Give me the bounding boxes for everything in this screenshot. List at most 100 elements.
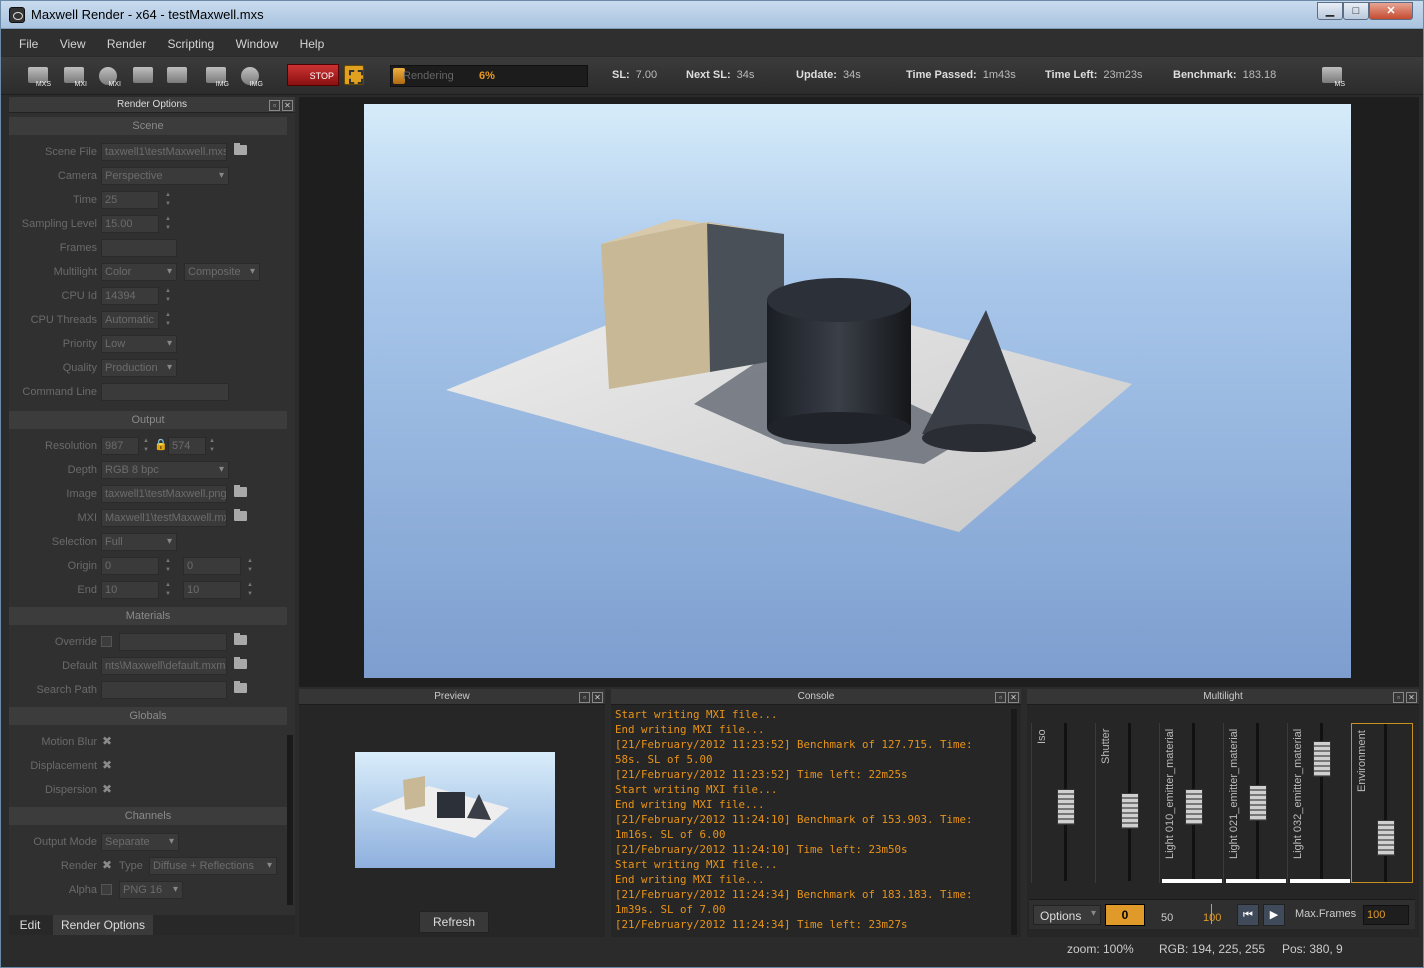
fader-knob[interactable] [1185, 789, 1203, 825]
region-render-button[interactable] [344, 65, 364, 85]
origin-x-field[interactable]: 0 [101, 557, 159, 575]
menu-file[interactable]: File [19, 30, 38, 51]
options-dropdown[interactable]: Options [1033, 905, 1101, 925]
menu-render[interactable]: Render [107, 30, 146, 51]
play-icon[interactable]: ▶ [1263, 904, 1285, 926]
fader-track[interactable] [1384, 724, 1387, 882]
spinner-arrows-icon[interactable]: ▲ ▼ [141, 437, 151, 455]
close-panel-icon[interactable]: ✕ [1008, 692, 1019, 703]
render-image[interactable] [364, 104, 1351, 678]
composite-dropdown[interactable]: Composite [184, 263, 260, 281]
section-materials[interactable]: Materials [9, 607, 287, 625]
menu-help[interactable]: Help [300, 30, 325, 51]
preview-thumbnail[interactable] [355, 752, 555, 868]
override-checkbox[interactable] [101, 636, 112, 647]
scene-file-field[interactable]: taxwell1\testMaxwell.mxs [101, 143, 227, 161]
fader-knob[interactable] [1057, 789, 1075, 825]
spinner-arrows-icon[interactable]: ▲ ▼ [245, 557, 255, 575]
section-globals[interactable]: Globals [9, 707, 287, 725]
save-img-button[interactable]: IMG [237, 65, 263, 89]
folder-icon[interactable] [234, 143, 247, 155]
timeline-marker[interactable] [1211, 904, 1212, 924]
close-panel-icon[interactable]: ✕ [1406, 692, 1417, 703]
override-field[interactable] [119, 633, 227, 651]
folder-icon[interactable] [234, 657, 247, 669]
section-scene[interactable]: Scene [9, 117, 287, 135]
fader-knob[interactable] [1377, 820, 1395, 856]
timeline-slider[interactable]: 50 100 [1151, 904, 1231, 926]
open-mxs-button[interactable]: MXS [25, 65, 51, 89]
command-line-field[interactable] [101, 383, 229, 401]
fader-knob[interactable] [1249, 785, 1267, 821]
origin-y-field[interactable]: 0 [183, 557, 241, 575]
left-panel-scrollbar[interactable] [287, 735, 293, 905]
close-panel-icon[interactable]: ✕ [592, 692, 603, 703]
title-bar[interactable]: Maxwell Render - x64 - testMaxwell.mxs ▁… [1, 1, 1423, 29]
time-field[interactable]: 25 [101, 191, 159, 209]
priority-dropdown[interactable]: Low [101, 335, 177, 353]
float-panel-icon[interactable]: ▫ [579, 692, 590, 703]
maximize-button[interactable]: □ [1343, 2, 1369, 20]
spinner-arrows-icon[interactable]: ▲ ▼ [245, 581, 255, 599]
render-viewport[interactable] [299, 97, 1419, 687]
close-button[interactable]: ✕ [1369, 2, 1413, 20]
float-panel-icon[interactable]: ▫ [995, 692, 1006, 703]
resolution-width-field[interactable]: 987 [101, 437, 139, 455]
output-mode-dropdown[interactable]: Separate [101, 833, 179, 851]
selection-dropdown[interactable]: Full [101, 533, 177, 551]
skip-to-start-icon[interactable]: ⏮ [1237, 904, 1259, 926]
console-scrollbar[interactable] [1011, 709, 1017, 935]
depth-dropdown[interactable]: RGB 8 bpc [101, 461, 229, 479]
camera-dropdown[interactable]: Perspective [101, 167, 229, 185]
folder-icon[interactable] [234, 633, 247, 645]
refresh-render-button[interactable] [164, 65, 190, 89]
mxi-path-field[interactable]: Maxwell1\testMaxwell.mxi [101, 509, 227, 527]
cpu-threads-field[interactable]: Automatic [101, 311, 159, 329]
cpu-id-field[interactable]: 14394 [101, 287, 159, 305]
menu-scripting[interactable]: Scripting [168, 30, 215, 51]
dispersion-checkbox[interactable]: ✖ [102, 782, 112, 796]
open-img-button[interactable]: IMG [203, 65, 229, 89]
spinner-arrows-icon[interactable]: ▲ ▼ [163, 191, 173, 209]
spinner-arrows-icon[interactable]: ▲ ▼ [163, 557, 173, 575]
frames-field[interactable] [101, 239, 177, 257]
close-panel-icon[interactable]: ✕ [282, 100, 293, 111]
refresh-button[interactable]: Refresh [419, 911, 489, 933]
section-output[interactable]: Output [9, 411, 287, 429]
float-panel-icon[interactable]: ▫ [269, 100, 280, 111]
default-material-field[interactable]: nts\Maxwell\default.mxm [101, 657, 227, 675]
save-mxi-button[interactable]: MXI [95, 65, 121, 89]
spinner-arrows-icon[interactable]: ▲ ▼ [163, 215, 173, 233]
quality-dropdown[interactable]: Production [101, 359, 177, 377]
float-panel-icon[interactable]: ▫ [1393, 692, 1404, 703]
folder-icon[interactable] [234, 485, 247, 497]
open-mxi-button[interactable]: MXI [61, 65, 87, 89]
multilight-dropdown[interactable]: Color [101, 263, 177, 281]
alpha-format-dropdown[interactable]: PNG 16 [119, 881, 183, 899]
fader-knob[interactable] [1313, 741, 1331, 777]
stop-render-button[interactable]: STOP [287, 64, 339, 86]
tab-render-options[interactable]: Render Options [53, 915, 153, 935]
spinner-arrows-icon[interactable]: ▲ ▼ [163, 287, 173, 305]
resolution-height-field[interactable]: 574 [168, 437, 206, 455]
end-y-field[interactable]: 10 [183, 581, 241, 599]
spinner-arrows-icon[interactable]: ▲ ▼ [163, 311, 173, 329]
image-path-field[interactable]: taxwell1\testMaxwell.png [101, 485, 227, 503]
fader-knob[interactable] [1121, 793, 1139, 829]
section-channels[interactable]: Channels [9, 807, 287, 825]
render-channel-checkbox[interactable]: ✖ [102, 858, 112, 872]
alpha-checkbox[interactable] [101, 884, 112, 895]
menu-window[interactable]: Window [236, 30, 279, 51]
folder-icon[interactable] [234, 509, 247, 521]
region-grid-button[interactable] [130, 65, 156, 89]
spinner-arrows-icon[interactable]: ▲ ▼ [163, 581, 173, 599]
search-path-field[interactable] [101, 681, 227, 699]
motion-blur-checkbox[interactable]: ✖ [102, 734, 112, 748]
tab-edit[interactable]: Edit [9, 915, 51, 935]
sampling-level-field[interactable]: 15.00 [101, 215, 159, 233]
displacement-checkbox[interactable]: ✖ [102, 758, 112, 772]
menu-view[interactable]: View [60, 30, 86, 51]
open-ms-button[interactable]: MS [1319, 65, 1345, 89]
max-frames-field[interactable]: 100 [1363, 905, 1409, 925]
lock-icon[interactable]: 🔒 [154, 438, 168, 451]
